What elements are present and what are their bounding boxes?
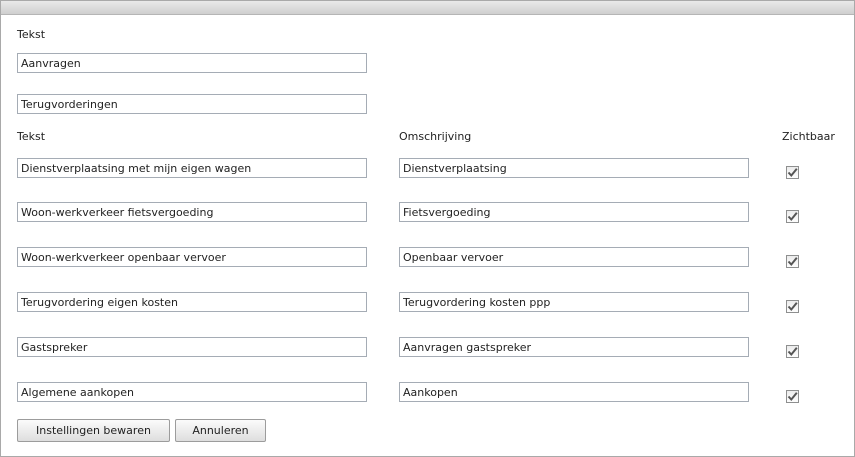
- checkmark-icon: [787, 302, 798, 312]
- row-description-field[interactable]: [399, 158, 749, 178]
- checkmark-icon: [787, 168, 798, 178]
- row-description-field[interactable]: [399, 202, 749, 222]
- row-visible-checkbox[interactable]: [786, 300, 799, 313]
- checkmark-icon: [787, 392, 798, 402]
- row-text-field[interactable]: [17, 337, 367, 357]
- checkmark-icon: [787, 347, 798, 357]
- panel-header-bar: [1, 1, 854, 15]
- cancel-button[interactable]: Annuleren: [175, 419, 266, 442]
- top-text-field-2[interactable]: [17, 94, 367, 114]
- row-visible-checkbox[interactable]: [786, 255, 799, 268]
- save-settings-button[interactable]: Instellingen bewaren: [17, 419, 170, 442]
- row-description-field[interactable]: [399, 292, 749, 312]
- row-text-field[interactable]: [17, 292, 367, 312]
- top-text-field-1[interactable]: [17, 53, 367, 73]
- top-section-label: Tekst: [17, 28, 46, 41]
- row-text-field[interactable]: [17, 382, 367, 402]
- row-visible-checkbox[interactable]: [786, 210, 799, 223]
- row-text-field[interactable]: [17, 247, 367, 267]
- row-description-field[interactable]: [399, 337, 749, 357]
- checkmark-icon: [787, 212, 798, 222]
- row-description-field[interactable]: [399, 382, 749, 402]
- row-text-field[interactable]: [17, 158, 367, 178]
- row-description-field[interactable]: [399, 247, 749, 267]
- column-header-text: Tekst: [17, 130, 46, 143]
- column-header-visible: Zichtbaar: [782, 130, 835, 143]
- row-text-field[interactable]: [17, 202, 367, 222]
- checkmark-icon: [787, 257, 798, 267]
- settings-panel: Tekst Tekst Omschrijving Zichtbaar Inste…: [0, 0, 855, 457]
- row-visible-checkbox[interactable]: [786, 166, 799, 179]
- row-visible-checkbox[interactable]: [786, 345, 799, 358]
- row-visible-checkbox[interactable]: [786, 390, 799, 403]
- column-header-description: Omschrijving: [399, 130, 472, 143]
